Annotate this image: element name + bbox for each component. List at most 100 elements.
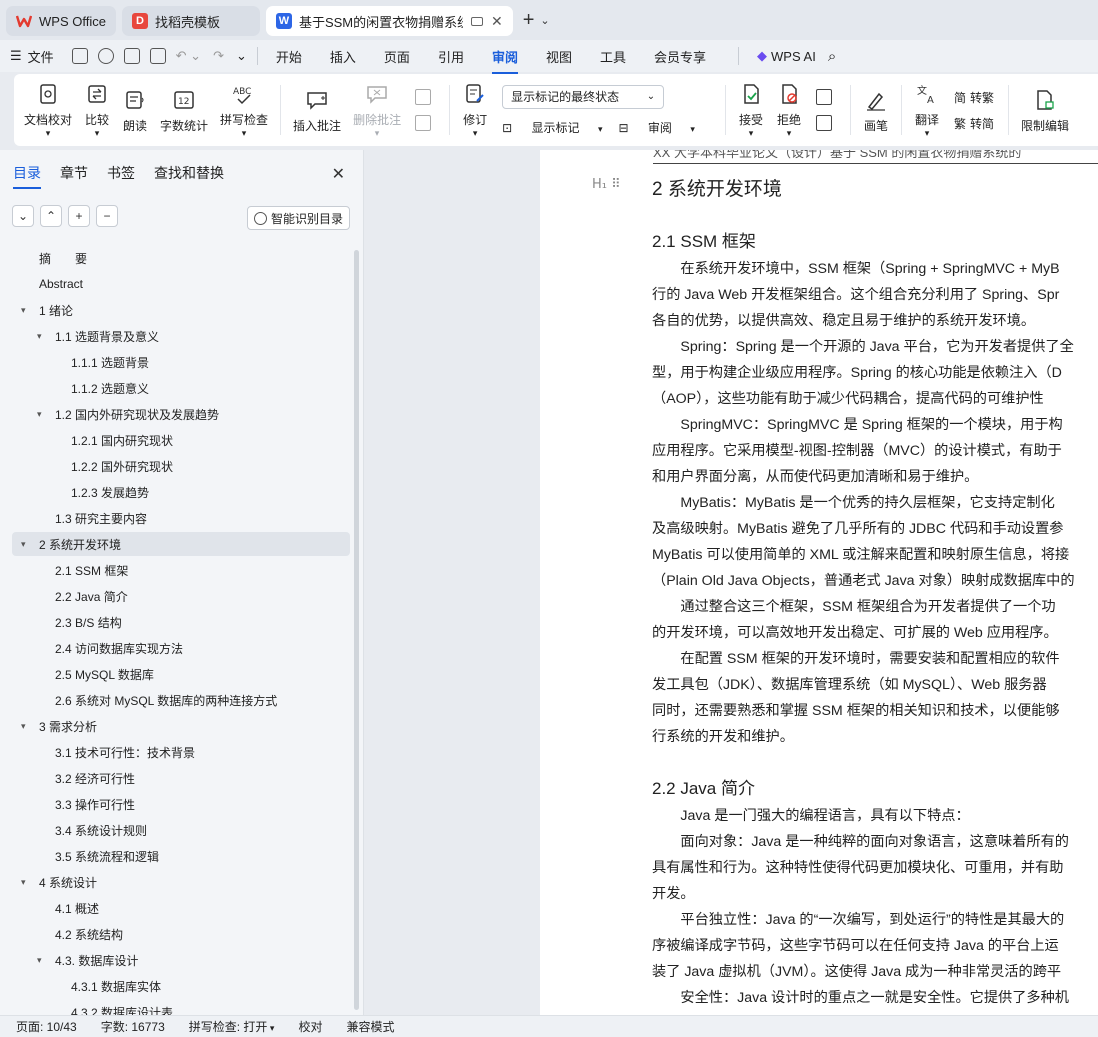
outline-item[interactable]: 1.3 研究主要内容 bbox=[12, 506, 350, 530]
menu-home[interactable]: 开始 bbox=[276, 47, 302, 66]
menu-view[interactable]: 视图 bbox=[546, 47, 572, 66]
outline-item[interactable]: 2.2 Java 简介 bbox=[12, 584, 350, 608]
read-aloud-button[interactable]: 朗读 bbox=[116, 78, 154, 142]
expand-arrow-icon[interactable]: ▾ bbox=[37, 409, 42, 420]
smart-toc-button[interactable]: 智能识别目录 bbox=[246, 206, 350, 230]
document-page[interactable]: XX 大学本科毕业论文（设计）基于 SSM 的闲置衣物捐赠系统的 H₁ ⠿ 2 … bbox=[540, 150, 1098, 1015]
menu-member[interactable]: 会员专享 bbox=[654, 47, 706, 66]
outline-item[interactable]: 4.3.1 数据库实体 bbox=[12, 974, 350, 998]
spell-check-button[interactable]: ABC 拼写检查 bbox=[214, 78, 274, 142]
menu-file[interactable]: 文件 bbox=[28, 47, 54, 66]
outline-item[interactable]: 3.3 操作可行性 bbox=[12, 792, 350, 816]
doc-check-button[interactable]: 文档校对 bbox=[18, 78, 78, 142]
outline-item[interactable]: 3.2 经济可行性 bbox=[12, 766, 350, 790]
tab-docer[interactable]: D 找稻壳模板 bbox=[121, 6, 260, 36]
tab-toc[interactable]: 目录 bbox=[13, 163, 41, 189]
hamburger-icon[interactable]: ☰ bbox=[10, 48, 22, 64]
outline-item[interactable]: 1.2.3 发展趋势 bbox=[12, 480, 350, 504]
print-preview-icon[interactable] bbox=[149, 48, 166, 64]
translate-button[interactable]: 文A 翻译 bbox=[908, 78, 946, 142]
outline-item[interactable]: 1.2.2 国外研究现状 bbox=[12, 454, 350, 478]
expand-arrow-icon[interactable]: ▾ bbox=[21, 877, 26, 888]
next-comment-icon[interactable] bbox=[415, 110, 435, 136]
pen-button[interactable]: 画笔 bbox=[857, 78, 895, 142]
remove-heading-icon[interactable]: − bbox=[96, 205, 118, 227]
outline-item[interactable]: Abstract bbox=[12, 272, 350, 296]
revise-button[interactable]: 修订 bbox=[456, 78, 494, 142]
save-icon[interactable] bbox=[71, 48, 88, 64]
redo-icon[interactable]: ↷ bbox=[213, 48, 224, 64]
spell-check-status[interactable]: 拼写检查: 打开 bbox=[189, 1018, 275, 1035]
insert-comment-button[interactable]: 插入批注 bbox=[287, 78, 347, 142]
quick-access-chevron-icon[interactable]: ⌄ bbox=[236, 48, 247, 64]
prev-comment-icon[interactable] bbox=[415, 84, 435, 110]
close-panel-icon[interactable]: ✕ bbox=[332, 164, 345, 184]
heading-drag-handle-icon[interactable]: H₁ ⠿ bbox=[592, 177, 621, 192]
word-count-button[interactable]: 12 字数统计 bbox=[154, 78, 214, 142]
tab-wps-office[interactable]: WPS Office bbox=[6, 6, 116, 36]
page-indicator[interactable]: 页面: 10/43 bbox=[16, 1018, 77, 1035]
proofread-status[interactable]: 校对 bbox=[298, 1018, 322, 1035]
outline-item[interactable]: 2.5 MySQL 数据库 bbox=[12, 662, 350, 686]
expand-arrow-icon[interactable]: ▾ bbox=[37, 331, 42, 342]
tab-document[interactable]: W 基于SSM的闲置衣物捐赠系统 ✕ bbox=[265, 6, 513, 36]
undo-icon[interactable]: ↶ ⌄ bbox=[176, 48, 201, 64]
outline-item[interactable]: 2.1 SSM 框架 bbox=[12, 558, 350, 582]
outline-scrollbar[interactable] bbox=[354, 250, 359, 1010]
markup-select[interactable]: 显示标记的最终状态 ⌄ bbox=[502, 84, 665, 109]
tab-list-chevron-icon[interactable]: ⌄ bbox=[540, 14, 549, 27]
next-change-icon[interactable] bbox=[815, 110, 836, 136]
expand-arrow-icon[interactable]: ▾ bbox=[21, 305, 26, 316]
outline-item[interactable]: ▾ 1.2 国内外研究现状及发展趋势 bbox=[12, 402, 350, 426]
to-traditional-button[interactable]: 简转繁 bbox=[954, 84, 994, 110]
outline-item[interactable]: ▾ 4.3. 数据库设计 bbox=[12, 948, 350, 972]
review-pane-button[interactable]: ⊟ 审阅 bbox=[619, 119, 695, 136]
reject-button[interactable]: 拒绝 bbox=[770, 78, 808, 142]
show-markup-button[interactable]: ⊡ 显示标记 bbox=[502, 119, 602, 136]
outline-item[interactable]: 4.1 概述 bbox=[12, 896, 350, 920]
accept-button[interactable]: 接受 bbox=[732, 78, 770, 142]
tab-chapters[interactable]: 章节 bbox=[60, 163, 88, 183]
outline-item[interactable]: ▾ 4 系统设计 bbox=[12, 870, 350, 894]
expand-arrow-icon[interactable]: ▾ bbox=[21, 539, 26, 550]
outline-item[interactable]: ▾ 2 系统开发环境 bbox=[12, 532, 350, 556]
outline-item[interactable]: 2.3 B/S 结构 bbox=[12, 610, 350, 634]
outline-item[interactable]: 1.2.1 国内研究现状 bbox=[12, 428, 350, 452]
print-icon[interactable] bbox=[123, 48, 140, 64]
menu-review[interactable]: 审阅 bbox=[491, 47, 518, 74]
outline-item[interactable]: 摘 要 bbox=[12, 246, 350, 270]
tab-find-replace[interactable]: 查找和替换 bbox=[154, 163, 224, 183]
monitor-icon[interactable] bbox=[470, 16, 483, 26]
tab-bookmarks[interactable]: 书签 bbox=[107, 163, 135, 183]
outline-item[interactable]: 2.6 系统对 MySQL 数据库的两种连接方式 bbox=[12, 688, 350, 712]
outline-item[interactable]: 2.4 访问数据库实现方法 bbox=[12, 636, 350, 660]
outline-item[interactable]: 1.1.2 选题意义 bbox=[12, 376, 350, 400]
outline-item[interactable]: 3.5 系统流程和逻辑 bbox=[12, 844, 350, 868]
prev-change-icon[interactable] bbox=[815, 84, 836, 110]
outline-item[interactable]: 1.1.1 选题背景 bbox=[12, 350, 350, 374]
outline-item[interactable]: 4.2 系统结构 bbox=[12, 922, 350, 946]
expand-chevron-icon[interactable]: ⌃ bbox=[40, 205, 62, 227]
word-count[interactable]: 字数: 16773 bbox=[101, 1018, 165, 1035]
outline-item[interactable]: ▾ 1.1 选题背景及意义 bbox=[12, 324, 350, 348]
menu-insert[interactable]: 插入 bbox=[330, 47, 356, 66]
outline-item[interactable]: 3.4 系统设计规则 bbox=[12, 818, 350, 842]
outline-item[interactable]: 4.3.2 数据库设计表 bbox=[12, 1000, 350, 1017]
menu-references[interactable]: 引用 bbox=[438, 47, 464, 66]
menu-wps-ai[interactable]: WPS AI bbox=[771, 49, 816, 64]
delete-comment-button[interactable]: 删除批注 bbox=[347, 78, 407, 142]
compare-button[interactable]: 比较 bbox=[78, 78, 116, 142]
menu-tools[interactable]: 工具 bbox=[600, 47, 626, 66]
expand-arrow-icon[interactable]: ▾ bbox=[21, 721, 26, 732]
outline-item[interactable]: ▾ 3 需求分析 bbox=[12, 714, 350, 738]
expand-arrow-icon[interactable]: ▾ bbox=[37, 955, 42, 966]
restrict-edit-button[interactable]: 限制编辑 bbox=[1015, 78, 1075, 142]
outline-item[interactable]: 3.1 技术可行性：技术背景 bbox=[12, 740, 350, 764]
share-icon[interactable] bbox=[97, 48, 114, 64]
close-tab-icon[interactable]: ✕ bbox=[491, 13, 503, 30]
to-simplified-button[interactable]: 繁转简 bbox=[954, 110, 994, 136]
menu-page[interactable]: 页面 bbox=[384, 47, 410, 66]
collapse-chevron-icon[interactable]: ⌄ bbox=[12, 205, 34, 227]
new-tab-icon[interactable]: + bbox=[523, 9, 535, 32]
add-heading-icon[interactable]: + bbox=[68, 205, 90, 227]
